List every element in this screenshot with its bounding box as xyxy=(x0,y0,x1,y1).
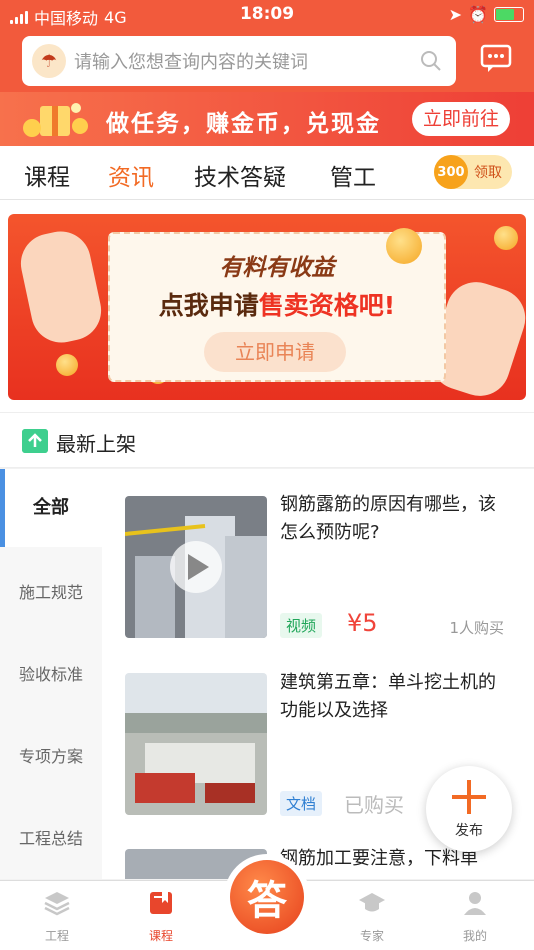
graduation-cap-icon xyxy=(359,893,385,912)
tab-tech-qa[interactable]: 技术答疑 xyxy=(194,158,286,192)
claim-label: 领取 xyxy=(474,165,502,181)
tab-news[interactable]: 资讯 xyxy=(108,158,154,192)
location-icon: ➤ xyxy=(448,5,463,24)
message-icon[interactable] xyxy=(480,44,512,74)
category-sidebar: 全部 施工规范 验收标准 专项方案 工程总结 xyxy=(0,469,102,879)
sidebar-item-special-plans[interactable]: 专项方案 xyxy=(0,743,102,767)
buyer-count: 1人购买 xyxy=(449,619,504,637)
seller-apply-banner[interactable]: 有料有收益 点我申请售卖资格吧! 立即申请 xyxy=(8,214,526,400)
tab-courses[interactable]: 课程 xyxy=(24,158,70,192)
coin-icon xyxy=(56,354,78,376)
hand-illustration-left xyxy=(15,225,107,349)
video-tag: 视频 xyxy=(280,613,323,638)
document-thumbnail[interactable] xyxy=(125,673,267,815)
banner-subline: 点我申请售卖资格吧! xyxy=(158,291,396,320)
gift-coins-icon xyxy=(23,103,88,137)
search-icon[interactable] xyxy=(420,50,442,72)
sidebar-item-construction-standards[interactable]: 施工规范 xyxy=(0,579,102,603)
section-title: 最新上架 xyxy=(56,432,136,456)
nav-experts[interactable]: 专家 xyxy=(332,889,412,943)
list-item[interactable]: 钢筋露筋的原因有哪些，该怎么预防呢? 视频 ¥5 1人购买 xyxy=(102,469,534,647)
banner-headline: 有料有收益 xyxy=(219,255,335,281)
tab-pipefitter[interactable]: 管工 xyxy=(330,158,376,192)
layers-icon xyxy=(44,892,70,916)
status-icons: ➤ ⏰ xyxy=(449,5,524,24)
coin-icon xyxy=(494,226,518,250)
battery-icon xyxy=(494,7,524,22)
item-title[interactable]: 建筑第五章：单斗挖土机的功能以及选择 xyxy=(280,669,510,725)
banner-ticket: 有料有收益 点我申请售卖资格吧! 立即申请 xyxy=(108,228,446,382)
nav-engineering[interactable]: 工程 xyxy=(17,889,97,943)
promo-text: 做任务，赚金币，兑现金 xyxy=(106,111,381,137)
search-input[interactable]: 请输入您想查询内容的关键词 xyxy=(74,48,420,74)
search-bar[interactable]: ☂ 请输入您想查询内容的关键词 xyxy=(22,36,456,86)
answer-icon: 答 xyxy=(230,860,304,934)
task-promo-banner[interactable]: 做任务，赚金币，兑现金 立即前往 xyxy=(0,92,534,146)
publish-label: 发布 xyxy=(455,823,483,839)
item-price: ¥5 xyxy=(347,609,378,637)
document-tag: 文档 xyxy=(280,791,323,816)
alarm-icon: ⏰ xyxy=(468,5,488,24)
category-tabs: 课程 资讯 技术答疑 管工 300 领取 xyxy=(0,146,534,200)
coin-count: 300 xyxy=(434,155,468,189)
user-icon xyxy=(464,892,486,915)
go-now-button[interactable]: 立即前往 xyxy=(412,102,510,136)
nav-profile[interactable]: 我的 xyxy=(435,889,515,943)
upload-icon xyxy=(22,429,48,453)
apply-now-button[interactable]: 立即申请 xyxy=(204,332,346,372)
sidebar-item-all[interactable]: 全部 xyxy=(0,469,102,547)
sidebar-item-acceptance-standards[interactable]: 验收标准 xyxy=(0,661,102,685)
status-bar: 中国移动 4G 18:09 ➤ ⏰ xyxy=(0,0,534,30)
publish-button[interactable]: 发布 xyxy=(426,766,512,852)
latest-section-header: 最新上架 xyxy=(0,412,534,468)
video-thumbnail[interactable] xyxy=(125,496,267,638)
top-header: ☂ 请输入您想查询内容的关键词 xyxy=(0,30,534,92)
user-avatar[interactable]: ☂ xyxy=(32,44,66,78)
purchased-status: 已购买 xyxy=(344,793,404,817)
book-icon xyxy=(150,892,172,914)
active-indicator xyxy=(0,469,5,547)
nav-courses[interactable]: 课程 xyxy=(121,889,201,943)
plus-icon xyxy=(452,780,486,814)
nav-answer-button[interactable]: 答 xyxy=(224,854,310,940)
banner-section: 有料有收益 点我申请售卖资格吧! 立即申请 xyxy=(0,200,534,412)
sidebar-item-project-summary[interactable]: 工程总结 xyxy=(0,825,102,849)
claim-coins-button[interactable]: 300 领取 xyxy=(434,155,512,189)
item-title[interactable]: 钢筋露筋的原因有哪些，该怎么预防呢? xyxy=(280,491,510,547)
